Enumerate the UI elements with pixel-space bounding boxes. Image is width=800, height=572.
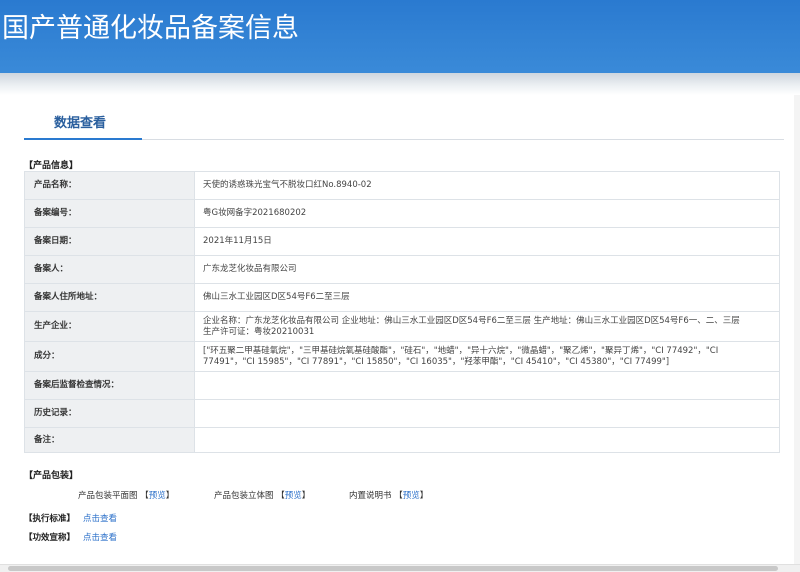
claims-row: 【功效宣称】 点击查看 [24,531,117,543]
row-label: 备案日期： [24,227,195,256]
header-bar: 国产普通化妆品备案信息 [0,0,800,73]
table-row: 备案后监督检查情况： [24,371,780,400]
row-value: 广东龙芝化妆品有限公司 [194,255,780,284]
packaging-item: 产品包装立体图 【预览】 [214,491,311,501]
packaging-item: 产品包装平面图 【预览】 [78,491,175,501]
table-row: 备案编号： 粤G妆网备字2021680202 [24,199,780,228]
row-value [194,427,780,453]
product-info-section-title: 【产品信息】 [24,161,79,171]
packaging-item-label: 产品包装平面图 [78,491,138,501]
tab-label: 数据查看 [54,116,107,131]
vertical-scrollbar[interactable] [794,95,800,564]
standard-label: 【执行标准】 [24,514,76,524]
table-row: 备案日期： 2021年11月15日 [24,227,780,256]
table-row: 产品名称： 天使的诱惑珠光宝气不脱妆口红No.8940-02 [24,171,780,200]
claims-view-link[interactable]: 点击查看 [83,533,117,543]
tab-bar: 数据查看 [24,98,784,140]
row-value: 粤G妆网备字2021680202 [194,199,780,228]
packaging-item-label: 内置说明书 [349,491,392,501]
page-title: 国产普通化妆品备案信息 [2,13,299,44]
row-value: 佛山三水工业园区D区54号F6二至三层 [194,283,780,312]
row-label: 备案人： [24,255,195,284]
row-value [194,371,780,400]
standard-row: 【执行标准】 点击查看 [24,512,117,524]
horizontal-scrollbar[interactable] [0,564,800,572]
table-row: 生产企业： 企业名称：广东龙芝化妆品有限公司 企业地址：佛山三水工业园区D区54… [24,311,780,342]
table-row: 成分： ["环五聚二甲基硅氧烷"，"三甲基硅烷氧基硅酸酯"，"硅石"，"地蜡"，… [24,341,780,372]
packaging-item-label: 产品包装立体图 [214,491,274,501]
row-label: 备注： [24,427,195,453]
preview-link[interactable]: 预览 [149,491,166,501]
table-row: 备案人住所地址： 佛山三水工业园区D区54号F6二至三层 [24,283,780,312]
row-label: 备案后监督检查情况： [24,371,195,400]
claims-label: 【功效宣称】 [24,533,76,543]
tab-data-view[interactable]: 数据查看 [24,98,142,140]
row-label: 备案人住所地址： [24,283,195,312]
standard-view-link[interactable]: 点击查看 [83,514,117,524]
row-value: 2021年11月15日 [194,227,780,256]
preview-link[interactable]: 预览 [403,491,420,501]
row-label: 生产企业： [24,311,195,342]
row-value: ["环五聚二甲基硅氧烷"，"三甲基硅烷氧基硅酸酯"，"硅石"，"地蜡"，"异十六… [194,341,780,372]
table-row: 备注： [24,427,780,453]
scrollbar-thumb[interactable] [8,566,778,571]
row-value: 企业名称：广东龙芝化妆品有限公司 企业地址：佛山三水工业园区D区54号F6二至三… [194,311,780,342]
product-info-table: 产品名称： 天使的诱惑珠光宝气不脱妆口红No.8940-02 备案编号： 粤G妆… [24,171,780,453]
row-label: 备案编号： [24,199,195,228]
preview-link[interactable]: 预览 [285,491,302,501]
row-label: 成分： [24,341,195,372]
packaging-section-title: 【产品包装】 [24,471,79,481]
row-label: 历史记录： [24,399,195,428]
row-label: 产品名称： [24,171,195,200]
header-shadow [0,73,800,95]
packaging-item: 内置说明书 【预览】 [349,491,429,501]
row-value: 天使的诱惑珠光宝气不脱妆口红No.8940-02 [194,171,780,200]
row-value [194,399,780,428]
table-row: 历史记录： [24,399,780,428]
table-row: 备案人： 广东龙芝化妆品有限公司 [24,255,780,284]
